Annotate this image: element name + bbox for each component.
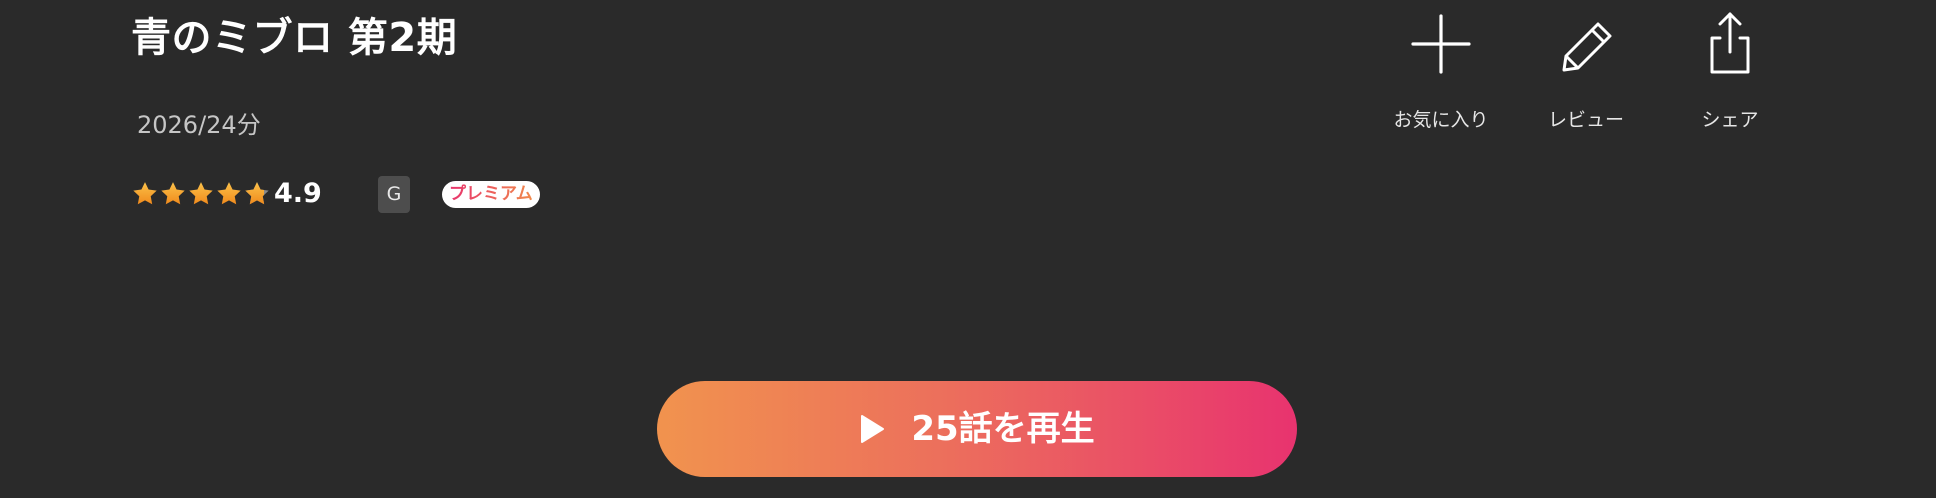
favorite-label: お気に入り [1393, 109, 1489, 131]
star-icon [189, 182, 213, 205]
rating-value: 4.9 [274, 178, 322, 209]
play-episode-button[interactable]: 25話を再生 [657, 381, 1297, 477]
share-button[interactable]: シェア [1660, 12, 1800, 132]
share-icon [1710, 12, 1750, 74]
star-icon [217, 182, 241, 205]
share-label: シェア [1701, 109, 1759, 131]
premium-badge: プレミアム [442, 181, 540, 208]
star-rating [131, 180, 271, 208]
star-icon [161, 182, 185, 205]
page-title: 青のミブロ 第2期 [131, 15, 458, 61]
star-icon [245, 182, 269, 205]
plus-icon [1411, 14, 1471, 74]
play-icon [861, 415, 885, 443]
review-button[interactable]: レビュー [1516, 12, 1656, 132]
release-duration: 2026/24分 [137, 111, 261, 139]
pencil-icon [1562, 22, 1612, 72]
review-label: レビュー [1547, 109, 1624, 131]
age-rating-badge: G [378, 176, 410, 213]
premium-badge-label: プレミアム [449, 184, 533, 204]
rating-row: 4.9 G プレミアム [131, 176, 691, 216]
play-episode-label: 25話を再生 [911, 409, 1095, 449]
favorite-button[interactable]: お気に入り [1371, 12, 1511, 132]
star-icon [133, 182, 157, 205]
